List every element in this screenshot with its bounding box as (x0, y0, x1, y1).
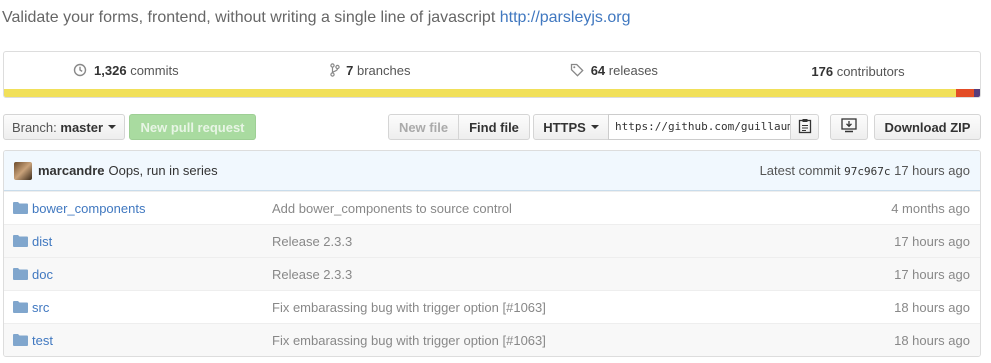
repo-description: Validate your forms, frontend, without w… (2, 9, 630, 27)
branch-select-button[interactable]: Branch: master (3, 114, 125, 140)
file-commit-message[interactable]: Release 2.3.3 (272, 234, 352, 249)
branch-name: master (60, 119, 104, 135)
branch-prefix: Branch: (11, 119, 57, 135)
download-zip-button[interactable]: Download ZIP (874, 114, 981, 140)
file-age: 17 hours ago (894, 234, 970, 249)
stat-releases-label: releases (608, 62, 658, 78)
file-commit-message[interactable]: Release 2.3.3 (272, 267, 352, 282)
avatar[interactable] (14, 161, 32, 180)
file-age: 4 months ago (891, 201, 970, 216)
clone-protocol-button[interactable]: HTTPS (533, 114, 609, 140)
latest-commit-info: Latest commit 97c967c 17 hours ago (760, 163, 970, 178)
stat-commits-label: commits (130, 62, 179, 78)
language-segment[interactable] (4, 89, 956, 97)
history-icon (73, 63, 87, 80)
table-row: test Fix embarassing bug with trigger op… (4, 323, 980, 356)
commit-message[interactable]: Oops, run in series (108, 163, 217, 178)
file-name-link[interactable]: doc (32, 267, 53, 282)
language-bar[interactable] (4, 89, 980, 97)
file-commit-message[interactable]: Fix embarassing bug with trigger option … (272, 300, 546, 315)
stat-branches-label: branches (357, 62, 411, 78)
clone-protocol-label: HTTPS (543, 119, 586, 135)
file-age: 18 hours ago (894, 333, 970, 348)
table-row: doc Release 2.3.3 17 hours ago (4, 257, 980, 290)
file-name-link[interactable]: src (32, 300, 49, 315)
folder-icon (13, 301, 28, 316)
latest-commit-prefix: Latest commit (759, 163, 841, 178)
clone-url-input[interactable]: https://github.com/guillaumepotier/Parsl… (608, 114, 791, 140)
stat-contributors-label: contributors (836, 63, 905, 79)
tag-icon (570, 63, 584, 80)
desktop-download-icon (841, 118, 857, 136)
table-row: dist Release 2.3.3 17 hours ago (4, 224, 980, 257)
commit-sha[interactable]: 97c967c (844, 165, 890, 178)
repo-description-text: Validate your forms, frontend, without w… (2, 9, 496, 26)
stat-commits-count: 1,326 (94, 62, 127, 78)
language-segment[interactable] (974, 89, 980, 97)
find-file-button[interactable]: Find file (458, 114, 530, 140)
file-commit-message[interactable]: Fix embarassing bug with trigger option … (272, 333, 546, 348)
folder-icon (13, 235, 28, 250)
file-list: marcandre Oops, run in series Latest com… (3, 150, 981, 357)
stat-releases-count: 64 (590, 62, 606, 78)
stat-branches-count: 7 (346, 62, 354, 78)
file-age: 17 hours ago (894, 267, 970, 282)
folder-icon (13, 268, 28, 283)
stat-releases[interactable]: 64 releases (492, 63, 736, 80)
folder-icon (13, 334, 28, 349)
open-in-desktop-button[interactable] (830, 114, 868, 140)
file-commit-message[interactable]: Add bower_components to source control (272, 201, 512, 216)
branch-icon (329, 62, 340, 80)
stat-branches[interactable]: 7 branches (248, 63, 492, 80)
new-file-button[interactable]: New file (388, 114, 459, 140)
caret-down-icon (590, 125, 599, 129)
repo-summary: 1,326 commits 7 branches 64 releases 176… (3, 51, 981, 98)
new-pull-request-button[interactable]: New pull request (129, 114, 256, 140)
file-name-link[interactable]: dist (32, 234, 52, 249)
repo-homepage-link[interactable]: http://parsleyjs.org (500, 9, 631, 26)
stat-contributors-count: 176 (811, 63, 834, 79)
file-navigation: Branch: master New pull request New file… (3, 114, 981, 140)
table-row: bower_components Add bower_components to… (4, 191, 980, 224)
folder-icon (13, 202, 28, 217)
file-name-link[interactable]: bower_components (32, 201, 145, 216)
clipboard-icon (798, 118, 812, 137)
file-age: 18 hours ago (894, 300, 970, 315)
commit-age: 17 hours ago (894, 163, 970, 178)
stat-contributors[interactable]: 176 contributors (736, 64, 980, 79)
caret-down-icon (108, 125, 117, 129)
table-row: src Fix embarassing bug with trigger opt… (4, 290, 980, 323)
copy-url-button[interactable] (790, 114, 819, 140)
latest-commit-bar: marcandre Oops, run in series Latest com… (4, 151, 980, 191)
language-segment[interactable] (955, 89, 975, 97)
commit-author[interactable]: marcandre (38, 163, 104, 178)
file-name-link[interactable]: test (32, 333, 53, 348)
stats-bar: 1,326 commits 7 branches 64 releases 176… (4, 52, 980, 90)
stat-commits[interactable]: 1,326 commits (4, 63, 248, 80)
